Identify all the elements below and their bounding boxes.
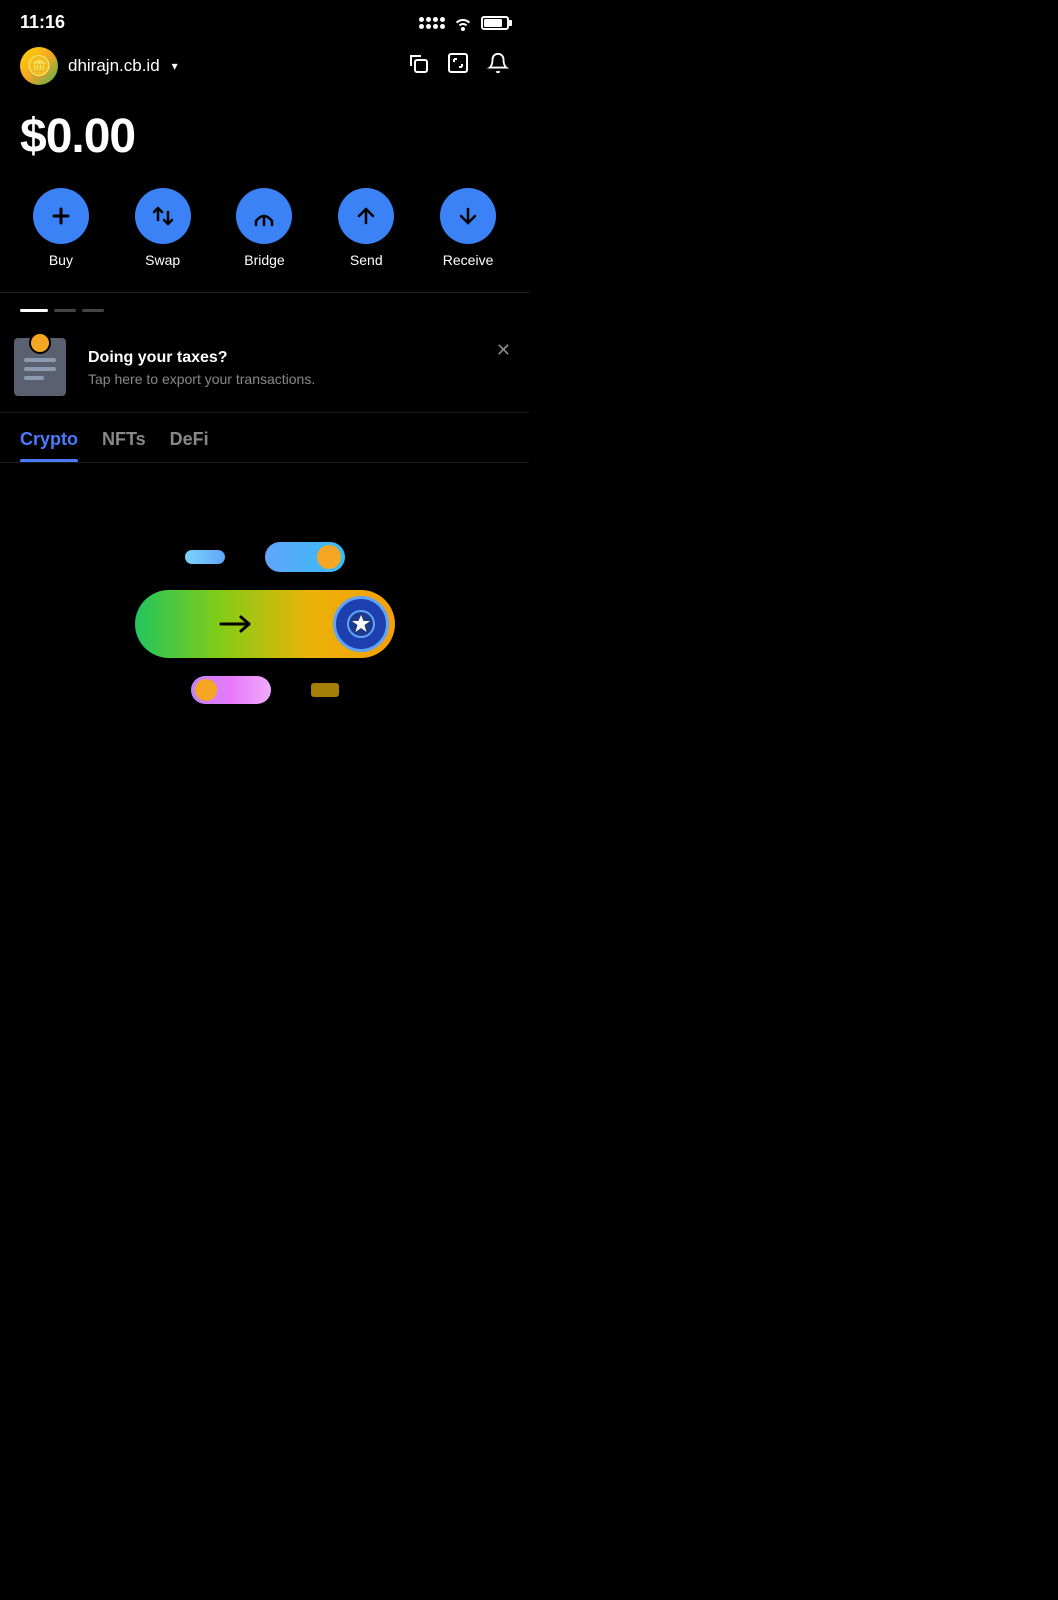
wifi-icon	[453, 15, 473, 31]
toggle-small-blue	[265, 542, 345, 572]
balance-amount: $0.00	[20, 109, 509, 164]
toggle-main[interactable]	[135, 590, 395, 658]
banner-text: Doing your taxes? Tap here to export you…	[88, 349, 513, 387]
toggle-knob-purple	[195, 679, 217, 701]
tab-indicator-0	[20, 309, 48, 312]
copy-icon[interactable]	[407, 52, 429, 80]
status-time: 11:16	[20, 12, 65, 33]
buy-button[interactable]: Buy	[33, 188, 89, 268]
buy-circle	[33, 188, 89, 244]
bridge-label: Bridge	[244, 252, 284, 268]
balance-section: $0.00	[0, 97, 529, 188]
actions-row: Buy Swap Bridge Send	[0, 188, 529, 292]
toggle-row-bottom	[20, 676, 509, 704]
battery-icon	[481, 16, 509, 30]
bridge-circle	[236, 188, 292, 244]
profile-section[interactable]: dhirajn.cb.id ▾	[20, 47, 178, 85]
tax-doc-icon	[14, 338, 74, 398]
toggle-knob-yellow	[317, 545, 341, 569]
small-rect-yellow	[311, 683, 339, 697]
small-pill-blue	[185, 550, 225, 564]
send-label: Send	[350, 252, 383, 268]
tab-nfts[interactable]: NFTs	[102, 429, 146, 462]
crypto-content	[0, 463, 529, 763]
status-icons	[419, 15, 509, 31]
receive-circle	[440, 188, 496, 244]
tab-defi[interactable]: DeFi	[170, 429, 209, 462]
header: dhirajn.cb.id ▾	[0, 39, 529, 97]
notification-bell-icon[interactable]	[487, 52, 509, 80]
toggle-purple	[191, 676, 271, 704]
receive-label: Receive	[443, 252, 494, 268]
send-button[interactable]: Send	[338, 188, 394, 268]
content-tabs: Crypto NFTs DeFi	[0, 413, 529, 463]
tax-banner[interactable]: Doing your taxes? Tap here to export you…	[0, 324, 529, 413]
tabs-indicator-row	[0, 293, 529, 324]
banner-subtitle: Tap here to export your transactions.	[88, 371, 513, 387]
avatar	[20, 47, 58, 85]
swap-button[interactable]: Swap	[135, 188, 191, 268]
toggles-visual	[20, 522, 509, 724]
tab-indicator-1	[54, 309, 76, 312]
toggle-main-knob	[333, 596, 389, 652]
expand-icon[interactable]	[447, 52, 469, 80]
chevron-down-icon: ▾	[172, 59, 178, 73]
toggle-row-top	[20, 542, 509, 572]
swap-label: Swap	[145, 252, 180, 268]
tab-crypto[interactable]: Crypto	[20, 429, 78, 462]
receive-button[interactable]: Receive	[440, 188, 496, 268]
signal-icon	[419, 17, 445, 29]
banner-close-button[interactable]: ✕	[492, 336, 515, 365]
username: dhirajn.cb.id	[68, 56, 160, 76]
send-circle	[338, 188, 394, 244]
bridge-button[interactable]: Bridge	[236, 188, 292, 268]
banner-title: Doing your taxes?	[88, 349, 513, 367]
header-actions	[407, 52, 509, 80]
status-bar: 11:16	[0, 0, 529, 39]
tab-indicator-2	[82, 309, 104, 312]
swap-circle	[135, 188, 191, 244]
buy-label: Buy	[49, 252, 73, 268]
toggle-arrow-icon	[141, 614, 333, 634]
